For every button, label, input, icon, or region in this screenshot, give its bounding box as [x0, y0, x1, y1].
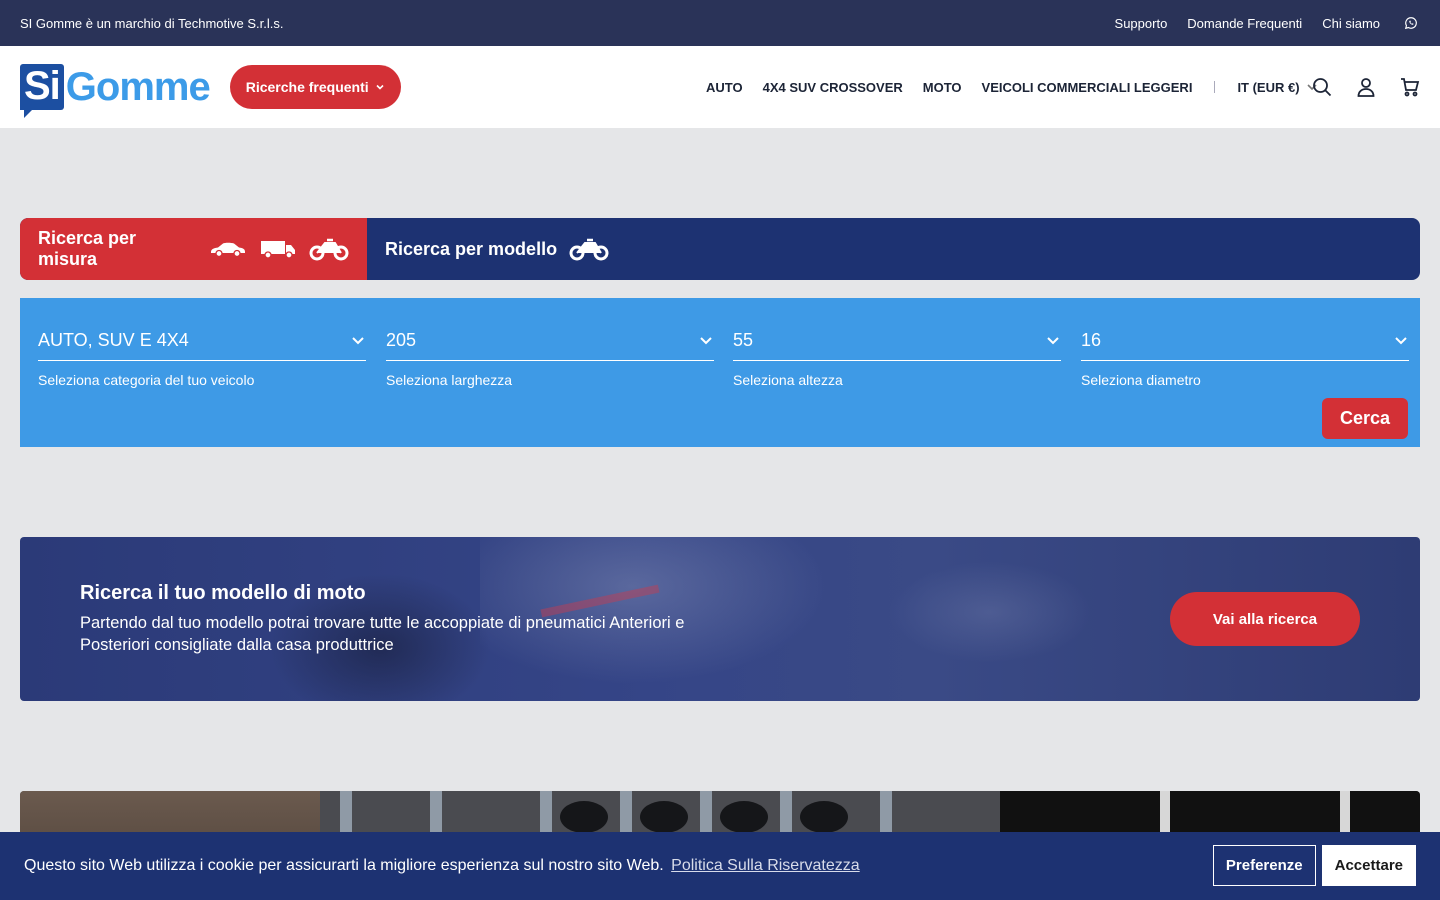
vehicle-icons [209, 237, 349, 261]
cookie-accept-button[interactable]: Accettare [1321, 845, 1416, 886]
cookie-text-wrap: Questo sito Web utilizza i cookie per as… [24, 857, 860, 875]
height-value: 55 [733, 329, 754, 350]
category-value: AUTO, SUV E 4X4 [38, 329, 189, 350]
language-selector[interactable]: IT (EUR €) [1237, 80, 1317, 95]
banner-text: Partendo dal tuo modello potrai trovare … [80, 614, 685, 654]
category-select[interactable]: AUTO, SUV E 4X4 [38, 320, 366, 361]
main-header: Si Gomme Ricerche frequenti AUTO 4X4 SUV… [0, 46, 1440, 128]
go-to-search-button[interactable]: Vai alla ricerca [1170, 592, 1360, 646]
width-field: 205 Seleziona larghezza [386, 320, 714, 388]
search-button[interactable]: Cerca [1321, 398, 1408, 439]
frequent-searches-button[interactable]: Ricerche frequenti [229, 65, 401, 109]
link-domande-frequenti[interactable]: Domande Frequenti [1187, 16, 1302, 31]
height-help: Seleziona altezza [733, 372, 843, 388]
chevron-down-icon [352, 337, 364, 345]
frequent-searches-label: Ricerche frequenti [245, 79, 369, 95]
cookie-preferences-button[interactable]: Preferenze [1212, 845, 1316, 886]
category-field: AUTO, SUV E 4X4 Seleziona categoria del … [38, 320, 366, 388]
main-nav: AUTO 4X4 SUV CROSSOVER MOTO VEICOLI COMM… [706, 46, 1318, 128]
tire-size-search-panel: AUTO, SUV E 4X4 Seleziona categoria del … [20, 298, 1420, 447]
diameter-select[interactable]: 16 [1081, 320, 1409, 361]
nav-moto[interactable]: MOTO [923, 80, 962, 95]
chevron-down-icon [700, 337, 712, 345]
logo-gomme: Gomme [65, 65, 211, 109]
logo-si: Si [20, 64, 64, 118]
whatsapp-icon[interactable] [1404, 16, 1418, 30]
nav-4x4-suv-crossover[interactable]: 4X4 SUV CROSSOVER [763, 80, 903, 95]
tab-search-by-size[interactable]: Ricerca per misura [20, 218, 367, 280]
height-field: 55 Seleziona altezza [733, 320, 1061, 388]
tab-search-by-size-label: Ricerca per misura [38, 228, 137, 269]
tab-search-by-model-label: Ricerca per modello [385, 238, 558, 259]
link-chi-siamo[interactable]: Chi siamo [1322, 16, 1380, 31]
car-icon [211, 242, 245, 258]
diameter-help: Seleziona diametro [1081, 372, 1201, 388]
search-tabs: Ricerca per misura Ricerca per modello [20, 218, 1420, 280]
header-icons [1312, 46, 1420, 128]
search-icon[interactable] [1312, 77, 1332, 97]
van-icon [261, 241, 295, 259]
moto-search-banner: Ricerca il tuo modello di moto Partendo … [20, 537, 1420, 701]
privacy-policy-link[interactable]: Politica Sulla Riservatezza [671, 857, 860, 874]
company-tagline: SI Gomme è un marchio di Techmotive S.r.… [20, 15, 284, 31]
account-icon[interactable] [1356, 77, 1376, 97]
cart-icon[interactable] [1400, 77, 1420, 97]
site-logo[interactable]: Si Gomme [20, 62, 211, 118]
motorcycle-icon [309, 238, 349, 261]
top-links: Supporto Domande Frequenti Chi siamo [1115, 16, 1420, 31]
language-label: IT (EUR €) [1237, 79, 1300, 95]
height-select[interactable]: 55 [733, 320, 1061, 361]
category-help: Seleziona categoria del tuo veicolo [38, 372, 255, 388]
nav-veicoli-commerciali[interactable]: VEICOLI COMMERCIALI LEGGERI [982, 80, 1193, 95]
width-value: 205 [386, 329, 417, 350]
cookie-buttons: Preferenze Accettare [1212, 845, 1416, 886]
tab-search-by-model[interactable]: Ricerca per modello [367, 218, 627, 280]
width-select[interactable]: 205 [386, 320, 714, 361]
nav-divider [1214, 81, 1216, 93]
cookie-banner: Questo sito Web utilizza i cookie per as… [0, 832, 1440, 900]
diameter-field: 16 Seleziona diametro [1081, 320, 1409, 388]
width-help: Seleziona larghezza [386, 372, 513, 388]
banner-title: Ricerca il tuo modello di moto [80, 582, 366, 604]
link-supporto[interactable]: Supporto [1115, 16, 1168, 31]
nav-auto[interactable]: AUTO [706, 80, 743, 95]
cookie-text: Questo sito Web utilizza i cookie per as… [24, 857, 664, 874]
chevron-down-icon [376, 84, 384, 90]
top-bar: SI Gomme è un marchio di Techmotive S.r.… [0, 0, 1440, 46]
motorcycle-icon [569, 238, 609, 261]
diameter-value: 16 [1081, 329, 1102, 350]
chevron-down-icon [1395, 337, 1407, 345]
chevron-down-icon [1047, 337, 1059, 345]
